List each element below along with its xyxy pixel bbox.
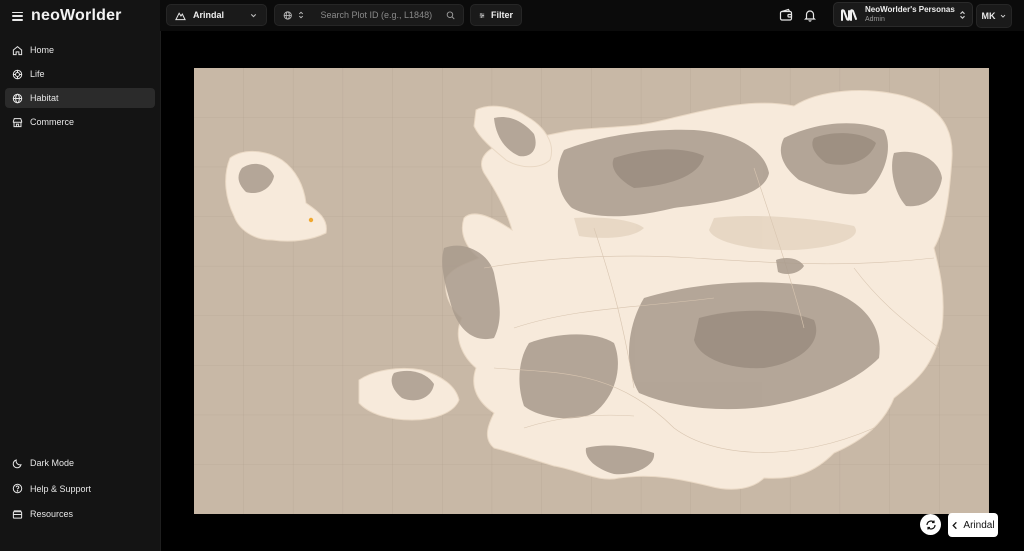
sidebar-item-label: Dark Mode [30, 458, 75, 468]
chevron-down-icon [250, 13, 257, 17]
sidebar-item-dark-mode[interactable]: Dark Mode [5, 453, 155, 473]
persona-role: Admin [865, 15, 885, 23]
chevron-updown-icon[interactable] [298, 10, 304, 20]
home-icon [12, 45, 23, 55]
back-label: Arindal [963, 519, 995, 531]
world-map[interactable] [194, 68, 989, 514]
recenter-button[interactable] [920, 514, 941, 535]
sidebar-item-help-support[interactable]: Help & Support [5, 479, 155, 499]
filter-label: Filter [490, 10, 513, 20]
chevron-down-icon [1000, 14, 1005, 18]
sidebar-item-label: Commerce [30, 117, 75, 127]
search-input[interactable] [318, 9, 440, 21]
life-icon [12, 69, 23, 79]
persona-text: NeoWorlder's Personas Admin [865, 5, 955, 25]
selected-plot-marker[interactable] [308, 217, 314, 223]
sidebar-item-life[interactable]: Life [5, 64, 155, 84]
search-bar [274, 4, 464, 26]
mountain-icon [175, 11, 186, 20]
neoworlder-logo-icon [841, 8, 857, 21]
chevron-updown-icon [960, 10, 965, 19]
persona-switcher[interactable]: NeoWorlder's Personas Admin [833, 2, 973, 27]
brand: neoWorlder [12, 7, 122, 25]
topbar: Arindal Filter NeoWorlder's Personas Adm… [160, 0, 1024, 31]
sidebar-item-home[interactable]: Home [5, 40, 155, 60]
moon-icon [12, 458, 22, 468]
globe-selector-icon[interactable] [283, 10, 292, 21]
store-icon [12, 117, 23, 127]
back-button[interactable]: Arindal [948, 513, 998, 537]
map-canvas[interactable] [194, 68, 989, 514]
user-menu-button[interactable]: MK [976, 4, 1012, 28]
sidebar: neoWorlder Home Life Habitat Commerce Da… [0, 0, 161, 551]
world-selector[interactable]: Arindal [166, 4, 267, 26]
user-initials: MK [981, 11, 996, 21]
sidebar-item-label: Habitat [30, 93, 59, 103]
help-icon [12, 483, 23, 494]
sidebar-item-commerce[interactable]: Commerce [5, 112, 155, 132]
resources-icon [12, 509, 23, 519]
sidebar-item-label: Help & Support [30, 483, 92, 494]
sidebar-item-label: Life [30, 69, 45, 79]
globe-icon [12, 93, 23, 103]
sidebar-item-habitat[interactable]: Habitat [5, 88, 155, 108]
filter-icon [479, 12, 485, 18]
sidebar-item-resources[interactable]: Resources [5, 504, 155, 524]
sidebar-nav: Home Life Habitat Commerce [5, 40, 155, 136]
app-logo[interactable]: neoWorlder [31, 7, 122, 25]
chevron-left-icon [952, 521, 958, 529]
persona-name: NeoWorlder's Personas [865, 4, 955, 14]
sidebar-bottom-nav: Dark Mode Help & Support Resources [5, 453, 155, 530]
hamburger-menu-icon[interactable] [12, 11, 23, 21]
sidebar-item-label: Resources [30, 509, 74, 519]
bell-icon[interactable] [803, 8, 817, 22]
wallet-icon[interactable] [779, 8, 793, 22]
filter-button[interactable]: Filter [470, 4, 522, 26]
rotate-icon [925, 519, 936, 530]
sidebar-item-label: Home [30, 45, 55, 55]
world-name: Arindal [193, 10, 225, 20]
search-icon[interactable] [446, 10, 455, 21]
